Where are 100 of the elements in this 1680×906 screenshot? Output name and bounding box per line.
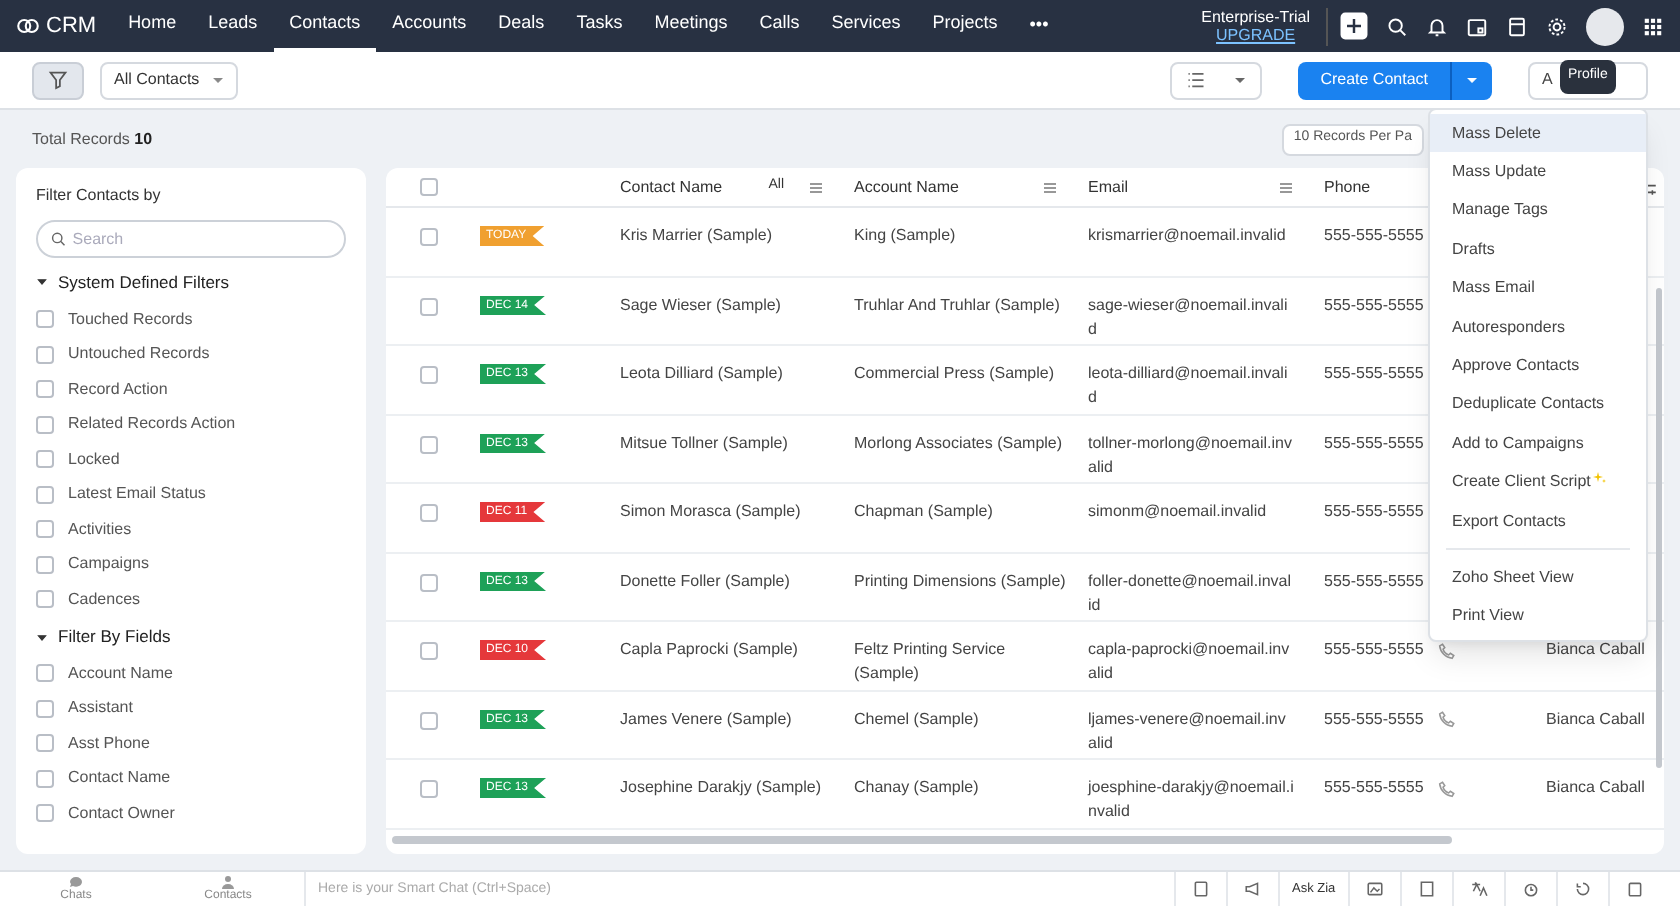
nav-tab[interactable]: Services (815, 0, 917, 52)
list-view-button[interactable] (1170, 61, 1263, 99)
person-icon[interactable] (220, 874, 236, 890)
nav-tab[interactable]: Accounts (376, 0, 483, 52)
create-options-button[interactable] (1450, 61, 1492, 99)
nav-tab[interactable]: Tasks (560, 0, 639, 52)
menu-item[interactable]: Add to Campaigns (1430, 424, 1646, 464)
table-cell: Truhlar And Truhlar (Sample) (854, 293, 1060, 317)
column-menu-icon[interactable] (1278, 179, 1294, 195)
filter-section-title[interactable]: System Defined Filters (58, 270, 229, 296)
nav-tab[interactable]: Meetings (638, 0, 744, 52)
nav-tab[interactable]: Projects (916, 0, 1014, 52)
owner-cell: Bianca Caball (1546, 707, 1645, 731)
horizontal-scrollbar[interactable] (392, 836, 1452, 844)
checkbox[interactable] (419, 178, 437, 196)
column-menu-icon[interactable] (1042, 179, 1058, 195)
column-header[interactable]: Email (1088, 175, 1129, 199)
checkbox[interactable] (36, 380, 54, 398)
filter-option-label: Untouched Records (68, 342, 210, 366)
checkbox[interactable] (36, 345, 54, 363)
table-cell: Commercial Press (Sample) (854, 362, 1055, 386)
search-input[interactable]: Search (72, 227, 332, 251)
table-cell-text: Feltz Printing Service (Sample) (854, 638, 1008, 686)
sparkle-icon[interactable] (1592, 469, 1609, 486)
search-icon[interactable] (1386, 15, 1408, 37)
nav-tab[interactable]: Home (112, 0, 193, 52)
column-header[interactable]: Contact Name (620, 175, 723, 199)
create-contact-button[interactable]: Create Contact (1298, 61, 1450, 99)
checkbox[interactable] (419, 780, 437, 798)
list-icon[interactable] (1186, 70, 1207, 90)
column-header[interactable]: Phone (1324, 175, 1371, 199)
column-menu-icon[interactable] (808, 179, 824, 195)
vertical-scrollbar[interactable] (1656, 288, 1662, 768)
filter-toggle-button[interactable] (32, 61, 84, 99)
menu-item[interactable]: Zoho Sheet View (1430, 558, 1646, 598)
menu-item[interactable]: Deduplicate Contacts (1430, 385, 1646, 425)
chat-bubble-icon[interactable] (68, 874, 84, 890)
search-icon[interactable] (50, 230, 67, 248)
megaphone-icon[interactable] (1244, 880, 1262, 898)
checkbox[interactable] (419, 435, 437, 453)
phone-icon[interactable] (1437, 710, 1456, 728)
settings-icon[interactable] (1546, 15, 1568, 37)
checkbox[interactable] (36, 450, 54, 468)
menu-item[interactable]: Approve Contacts (1430, 346, 1646, 386)
email-cell: foller-donette@noemail.invalid (1088, 569, 1294, 617)
avatar[interactable] (1586, 7, 1624, 45)
caret-icon[interactable] (36, 631, 48, 644)
menu-item[interactable]: Print View (1430, 597, 1646, 637)
checkbox[interactable] (419, 711, 437, 729)
caret-icon[interactable] (36, 276, 48, 289)
translate-icon[interactable] (1469, 880, 1488, 898)
checkbox[interactable] (36, 769, 54, 788)
menu-item[interactable]: Mass Email (1430, 269, 1646, 308)
checkbox[interactable] (36, 734, 54, 753)
checkbox[interactable] (419, 297, 437, 315)
menu-item[interactable]: Create Client Script (1430, 463, 1646, 502)
owner-cell: Bianca Caball (1546, 638, 1645, 662)
menu-item[interactable]: Mass Update (1430, 152, 1646, 192)
calendar-icon[interactable] (1466, 15, 1488, 37)
checkbox[interactable] (36, 310, 54, 328)
checkbox[interactable] (36, 555, 54, 573)
filter-icon[interactable] (48, 70, 68, 90)
phone-icon[interactable] (1437, 779, 1456, 797)
filter-section-title[interactable]: Filter By Fields (58, 624, 171, 650)
search-field[interactable]: Search (36, 220, 346, 258)
phone-icon[interactable] (1437, 641, 1456, 659)
table-cell: Chanay (Sample) (854, 776, 979, 800)
logo-icon[interactable] (16, 14, 40, 38)
checkbox[interactable] (419, 573, 437, 591)
add-icon[interactable] (1340, 12, 1368, 40)
checkbox[interactable] (36, 485, 54, 503)
checkbox[interactable] (36, 415, 54, 433)
view-dropdown[interactable]: All Contacts (100, 61, 238, 99)
alarm-clock-icon[interactable] (1521, 880, 1540, 898)
upgrade-link[interactable]: UPGRADE (1216, 26, 1296, 44)
menu-item[interactable]: Manage Tags (1430, 191, 1646, 231)
checkbox[interactable] (36, 664, 54, 683)
caret-icon[interactable] (1234, 74, 1247, 86)
checkbox[interactable] (36, 590, 54, 608)
menu-item[interactable]: Mass Delete (1430, 114, 1646, 153)
menu-item[interactable]: Autoresponders (1430, 307, 1646, 347)
history-icon[interactable] (1573, 880, 1592, 898)
checkbox[interactable] (36, 520, 54, 538)
checkbox[interactable] (419, 366, 437, 384)
bell-icon[interactable] (1426, 15, 1448, 37)
checkbox[interactable] (36, 699, 54, 718)
checkbox[interactable] (419, 504, 437, 522)
checkbox[interactable] (419, 642, 437, 660)
nav-tab[interactable]: Calls (743, 0, 816, 52)
checkbox[interactable] (36, 804, 54, 823)
checkbox[interactable] (419, 228, 437, 246)
filter-option-label: Locked (68, 447, 120, 471)
column-header[interactable]: Account Name (854, 175, 959, 199)
apps-grid-icon[interactable] (1642, 15, 1664, 37)
image-icon[interactable] (1365, 880, 1384, 898)
nav-tab[interactable]: Leads (192, 0, 274, 52)
more-tabs-button[interactable]: ••• (1013, 12, 1065, 40)
nav-tab[interactable]: Deals (482, 0, 561, 52)
menu-item[interactable]: Drafts (1430, 230, 1646, 270)
menu-item[interactable]: Export Contacts (1430, 501, 1646, 541)
